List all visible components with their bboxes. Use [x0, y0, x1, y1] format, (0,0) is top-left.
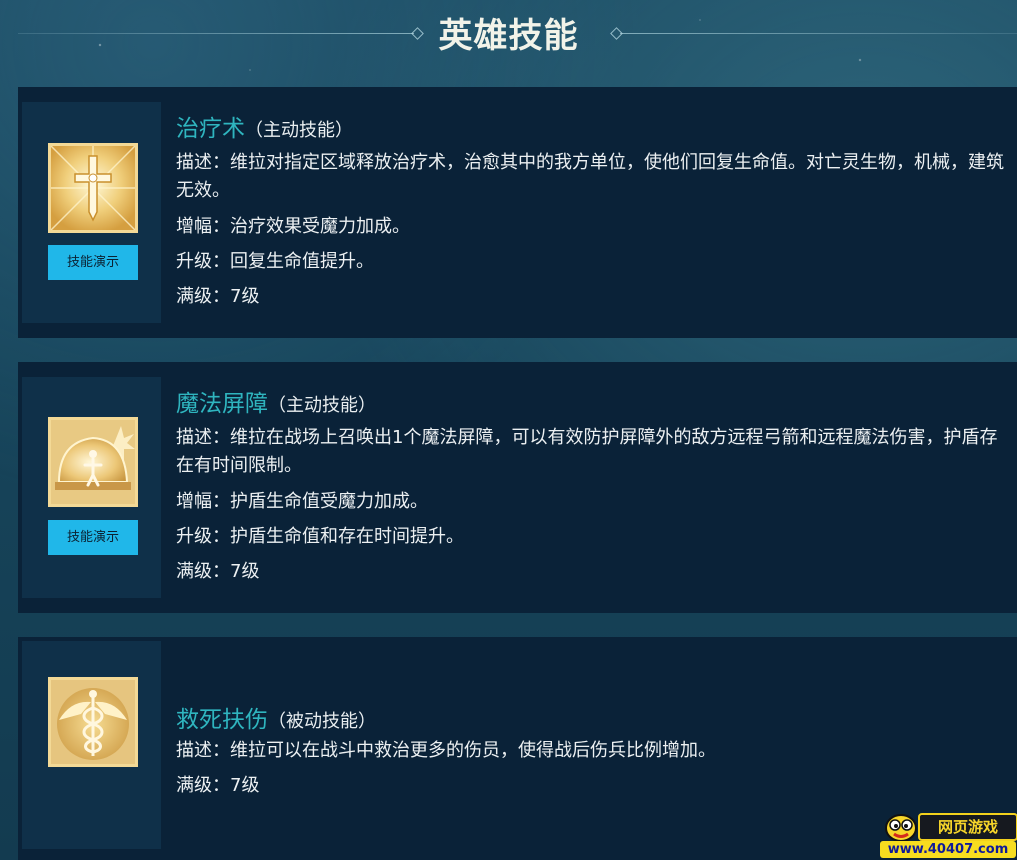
skill-max-level: 满级：7级: [176, 286, 260, 307]
page-title-row: 英雄技能: [0, 0, 1017, 66]
skill-description: 描述：维拉可以在战斗中救治更多的伤员，使得战后伤兵比例增加。: [176, 740, 716, 761]
skill-description: 描述：维拉在战场上召唤出1个魔法屏障，可以有效防护屏障外的敌方远程弓箭和远程魔法…: [176, 427, 998, 476]
skill-demo-button[interactable]: 技能演示: [48, 245, 138, 280]
skill-heading: 救死扶伤（被动技能）: [176, 700, 376, 734]
skill-max-level: 满级：7级: [176, 561, 260, 582]
skill-type: （被动技能）: [268, 711, 376, 732]
skill-type: （主动技能）: [268, 395, 376, 416]
skill-upgrade: 升级：护盾生命值和存在时间提升。: [176, 526, 464, 547]
watermark-url: www.40407.com: [880, 841, 1016, 858]
site-watermark: 网页游戏 www.40407.com: [880, 810, 1017, 860]
skill-card-heal: 技能演示 治疗术（主动技能） 描述：维拉对指定区域释放治疗术，治愈其中的我方单位…: [18, 87, 1017, 338]
skill-icon-panel: 技能演示: [22, 102, 161, 323]
skill-card-magic-shield: 技能演示 魔法屏障（主动技能） 描述：维拉在战场上召唤出1个魔法屏障，可以有效防…: [18, 362, 1017, 613]
holy-cross-icon: [48, 143, 138, 233]
skill-description: 描述：维拉对指定区域释放治疗术，治愈其中的我方单位，使他们回复生命值。对亡灵生物…: [176, 152, 1004, 201]
skill-name: 救死扶伤: [176, 707, 268, 733]
skill-upgrade: 升级：回复生命值提升。: [176, 251, 374, 272]
skill-icon-panel: 技能演示: [22, 377, 161, 598]
skill-heading: 魔法屏障（主动技能）: [176, 384, 376, 418]
skill-name: 治疗术: [176, 116, 245, 142]
skill-max-level: 满级：7级: [176, 775, 260, 796]
mascot-icon: [885, 814, 917, 842]
skill-boost: 增幅：治疗效果受魔力加成。: [176, 216, 410, 237]
skill-demo-button[interactable]: 技能演示: [48, 520, 138, 555]
skill-card-rescue: 救死扶伤（被动技能） 描述：维拉可以在战斗中救治更多的伤员，使得战后伤兵比例增加…: [18, 637, 1017, 860]
caduceus-icon: [48, 677, 138, 767]
magic-shield-icon: [48, 417, 138, 507]
skill-type: （主动技能）: [245, 120, 353, 141]
skill-name: 魔法屏障: [176, 391, 268, 417]
skill-boost: 增幅：护盾生命值受魔力加成。: [176, 491, 428, 512]
skill-heading: 治疗术（主动技能）: [176, 109, 353, 143]
watermark-label: 网页游戏: [918, 813, 1017, 841]
skill-icon-panel: [22, 641, 161, 849]
title-divider-right: [620, 33, 1017, 34]
